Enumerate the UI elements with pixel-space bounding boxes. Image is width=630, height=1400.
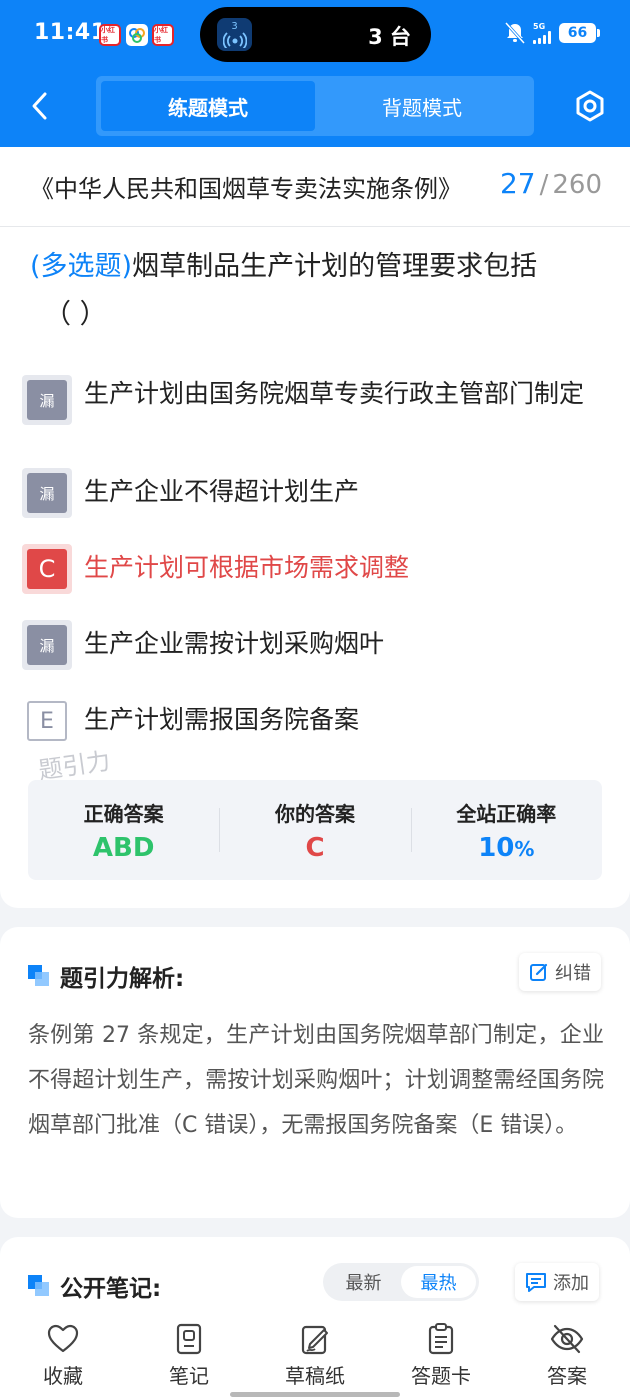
edit-icon — [530, 963, 548, 981]
option-d[interactable]: 漏 生产企业需按计划采购烟叶 — [22, 620, 607, 670]
document-title[interactable]: 《中华人民共和国烟草专卖法实施条例》 — [30, 169, 500, 204]
total-questions: 260 — [552, 170, 602, 200]
accuracy-rate-col: 全站正确率 10% — [410, 780, 602, 880]
network-type: 5G — [533, 21, 546, 31]
status-time: 11:41 — [34, 20, 107, 45]
tab-practice-mode[interactable]: 练题模式 — [101, 81, 315, 131]
cloud-notification-icon — [126, 24, 148, 46]
toolbar-notes[interactable]: 笔记 — [126, 1310, 252, 1400]
analysis-title: 题引力解析: — [60, 966, 185, 992]
watermark: 题引力 — [36, 746, 113, 785]
signal-bars-icon — [533, 30, 551, 44]
report-error-label: 纠错 — [555, 963, 591, 984]
option-badge-missed: 漏 — [22, 375, 72, 425]
option-badge-label: 漏 — [27, 380, 67, 420]
progress-separator: / — [539, 170, 549, 200]
option-badge-wrong: C — [22, 544, 72, 594]
section-squares-icon — [28, 1275, 50, 1297]
settings-hexagon-icon[interactable] — [574, 90, 606, 122]
cast-count: 3 — [231, 20, 238, 32]
battery-icon: 66 — [559, 23, 600, 43]
option-badge-missed: 漏 — [22, 468, 72, 518]
section-squares-icon — [28, 965, 50, 987]
bell-off-icon — [505, 22, 525, 44]
report-error-button[interactable]: 纠错 — [519, 953, 601, 991]
option-badge-label: 漏 — [27, 473, 67, 513]
bottom-toolbar: 收藏 笔记 草稿纸 答题卡 答案 — [0, 1310, 630, 1400]
question-progress[interactable]: 27/260 — [500, 167, 602, 200]
notes-title: 公开笔记: — [60, 1276, 162, 1302]
accuracy-rate-label: 全站正确率 — [456, 801, 557, 826]
home-indicator[interactable] — [230, 1392, 400, 1397]
question-type: (多选题) — [30, 251, 133, 282]
app-header: 11:41 小红书 小红书 3 3 台 5G 66 练题模式 背题模式 — [0, 0, 630, 147]
toolbar-answer[interactable]: 答案 — [504, 1310, 630, 1400]
toolbar-answer-label: 答案 — [547, 1364, 587, 1388]
notes-header: 公开笔记: — [28, 1269, 161, 1303]
toolbar-draft[interactable]: 草稿纸 — [252, 1310, 378, 1400]
option-text: 生产企业不得超计划生产 — [84, 477, 360, 506]
xiaohongshu-notification-icon-2: 小红书 — [152, 24, 174, 46]
option-text: 生产计划可根据市场需求调整 — [84, 553, 410, 582]
heart-icon — [47, 1324, 79, 1353]
option-badge-label: C — [27, 549, 67, 589]
option-badge-unselected: E — [22, 696, 72, 746]
add-note-button[interactable]: 添加 — [515, 1263, 599, 1301]
analysis-text: 条例第 27 条规定，生产计划由国务院烟草部门制定，企业不得超计划生产，需按计划… — [28, 1023, 604, 1138]
option-text: 生产计划需报国务院备案 — [84, 705, 360, 734]
draft-paper-icon — [301, 1325, 328, 1355]
dynamic-island[interactable]: 3 3 台 — [200, 7, 431, 62]
option-badge-missed: 漏 — [22, 620, 72, 670]
add-note-label: 添加 — [553, 1273, 589, 1294]
accuracy-rate-value: 10% — [478, 833, 534, 863]
current-question-number: 27 — [499, 167, 536, 200]
your-answer-value: C — [305, 832, 325, 863]
toolbar-favorite[interactable]: 收藏 — [0, 1310, 126, 1400]
notebook-icon — [176, 1323, 202, 1355]
correct-answer-value: ABD — [92, 832, 155, 863]
question-stem: (多选题)烟草制品生产计划的管理要求包括 （ ） — [30, 243, 605, 339]
correct-answer-label: 正确答案 — [83, 801, 164, 826]
option-text: 生产计划由国务院烟草专卖行政主管部门制定 — [84, 379, 585, 408]
cellular-signal: 5G — [533, 21, 551, 44]
notes-sort-toggle: 最新 最热 — [323, 1263, 479, 1301]
analysis-card: 题引力解析: 纠错 条例第 27 条规定，生产计划由国务院烟草部门制定，企业不得… — [0, 927, 630, 1218]
sort-latest[interactable]: 最新 — [326, 1266, 401, 1298]
eye-off-icon — [550, 1324, 584, 1354]
option-text: 生产企业需按计划采购烟叶 — [84, 629, 385, 658]
sort-hottest[interactable]: 最热 — [401, 1266, 476, 1298]
toolbar-notes-label: 笔记 — [169, 1364, 209, 1388]
toolbar-answer-sheet[interactable]: 答题卡 — [378, 1310, 504, 1400]
answer-summary: 正确答案 ABD 你的答案 C 全站正确率 10% — [28, 780, 602, 880]
status-bar: 11:41 小红书 小红书 3 3 台 5G 66 — [0, 0, 630, 70]
correct-answer-col: 正确答案 ABD — [28, 780, 219, 880]
option-badge-label: 漏 — [27, 625, 67, 665]
option-e[interactable]: E 生产计划需报国务院备案 — [22, 696, 607, 746]
your-answer-label: 你的答案 — [274, 801, 355, 826]
accuracy-rate-unit: % — [514, 836, 535, 861]
tab-memorize-mode[interactable]: 背题模式 — [315, 81, 529, 131]
question-text: 烟草制品生产计划的管理要求包括 — [132, 251, 538, 282]
back-arrow-icon[interactable] — [26, 91, 56, 121]
accuracy-rate-number: 10 — [478, 832, 515, 863]
cast-icon: 3 — [217, 18, 252, 51]
your-answer-col: 你的答案 C — [219, 780, 410, 880]
question-card: 《中华人民共和国烟草专卖法实施条例》 27/260 (多选题)烟草制品生产计划的… — [0, 147, 630, 908]
option-b[interactable]: 漏 生产企业不得超计划生产 — [22, 468, 607, 518]
analysis-header: 题引力解析: — [28, 959, 184, 993]
title-row: 《中华人民共和国烟草专卖法实施条例》 27/260 — [0, 147, 630, 227]
status-icons: 5G 66 — [505, 21, 600, 44]
option-c[interactable]: C 生产计划可根据市场需求调整 — [22, 544, 607, 594]
comment-icon — [526, 1273, 546, 1292]
island-text: 3 台 — [368, 25, 411, 49]
option-a[interactable]: 漏 生产计划由国务院烟草专卖行政主管部门制定 — [22, 375, 607, 425]
toolbar-favorite-label: 收藏 — [43, 1364, 83, 1388]
question-blank: （ ） — [44, 299, 107, 330]
answer-sheet-icon — [428, 1323, 454, 1355]
mode-switch: 练题模式 背题模式 — [96, 76, 534, 136]
toolbar-draft-label: 草稿纸 — [285, 1364, 345, 1388]
xiaohongshu-notification-icon: 小红书 — [99, 24, 121, 46]
option-badge-label: E — [27, 701, 67, 741]
toolbar-answer-sheet-label: 答题卡 — [411, 1364, 471, 1388]
